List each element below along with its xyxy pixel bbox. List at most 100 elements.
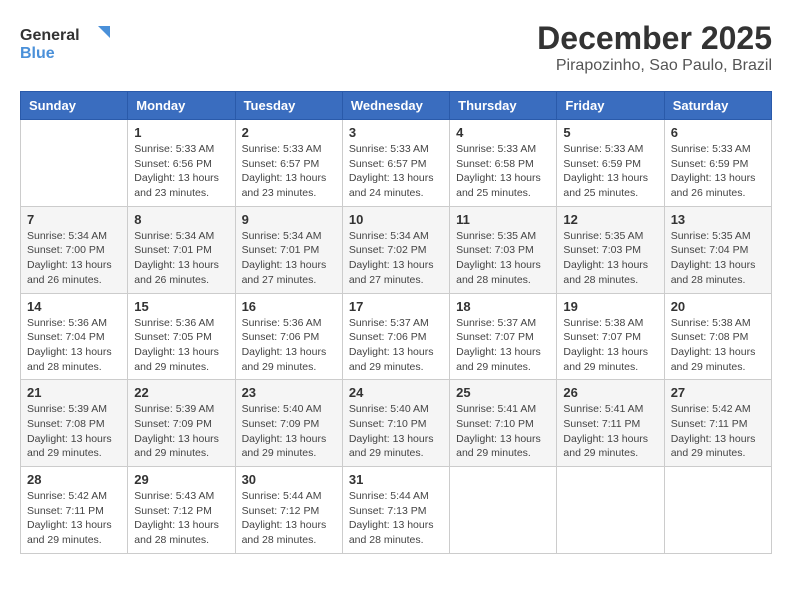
calendar-cell: 24 Sunrise: 5:40 AM Sunset: 7:10 PM Dayli…: [342, 380, 449, 467]
day-info: Sunrise: 5:38 AM Sunset: 7:07 PM Dayligh…: [563, 316, 657, 375]
calendar-cell: 5 Sunrise: 5:33 AM Sunset: 6:59 PM Daylig…: [557, 120, 664, 207]
calendar-cell: [557, 467, 664, 554]
header: General Blue December 2025 Pirapozinho, …: [20, 20, 772, 75]
calendar-week-row: 14Sunrise: 5:36 AM Sunset: 7:04 PM Dayli…: [21, 293, 772, 380]
day-info: Sunrise: 5:40 AM Sunset: 7:10 PM Dayligh…: [349, 402, 443, 461]
calendar-cell: 14Sunrise: 5:36 AM Sunset: 7:04 PM Dayli…: [21, 293, 128, 380]
day-number: 5: [563, 125, 657, 140]
header-day-wednesday: Wednesday: [342, 92, 449, 120]
svg-text:General: General: [20, 27, 80, 44]
day-number: 11: [456, 212, 550, 227]
calendar-header-row: SundayMondayTuesdayWednesdayThursdayFrid…: [21, 92, 772, 120]
day-info: Sunrise: 5:41 AM Sunset: 7:10 PM Dayligh…: [456, 402, 550, 461]
day-number: 27: [671, 385, 765, 400]
calendar-cell: 4Sunrise: 5:33 AM Sunset: 6:58 PM Daylig…: [450, 120, 557, 207]
day-info: Sunrise: 5:33 AM Sunset: 6:56 PM Dayligh…: [134, 142, 228, 201]
calendar-cell: 13Sunrise: 5:35 AM Sunset: 7:04 PM Dayli…: [664, 206, 771, 293]
calendar-cell: 30 Sunrise: 5:44 AM Sunset: 7:12 PM Dayli…: [235, 467, 342, 554]
logo-svg: General Blue: [20, 20, 110, 65]
calendar-cell: 29 Sunrise: 5:43 AM Sunset: 7:12 PM Dayli…: [128, 467, 235, 554]
header-day-sunday: Sunday: [21, 92, 128, 120]
day-info: Sunrise: 5:34 AM Sunset: 7:01 PM Dayligh…: [242, 229, 336, 288]
calendar-cell: 6Sunrise: 5:33 AM Sunset: 6:59 PM Daylig…: [664, 120, 771, 207]
calendar-cell: 18 Sunrise: 5:37 AM Sunset: 7:07 PM Dayli…: [450, 293, 557, 380]
day-info: Sunrise: 5:34 AM Sunset: 7:00 PM Dayligh…: [27, 229, 121, 288]
header-day-tuesday: Tuesday: [235, 92, 342, 120]
day-number: 26: [563, 385, 657, 400]
day-info: Sunrise: 5:40 AM Sunset: 7:09 PM Dayligh…: [242, 402, 336, 461]
logo: General Blue: [20, 20, 110, 65]
calendar-week-row: 28Sunrise: 5:42 AM Sunset: 7:11 PM Dayli…: [21, 467, 772, 554]
calendar-cell: 21Sunrise: 5:39 AM Sunset: 7:08 PM Dayli…: [21, 380, 128, 467]
calendar-cell: [664, 467, 771, 554]
calendar-week-row: 7 Sunrise: 5:34 AM Sunset: 7:00 PM Daylig…: [21, 206, 772, 293]
day-number: 18: [456, 299, 550, 314]
calendar-cell: 26 Sunrise: 5:41 AM Sunset: 7:11 PM Dayli…: [557, 380, 664, 467]
calendar-cell: 3 Sunrise: 5:33 AM Sunset: 6:57 PM Daylig…: [342, 120, 449, 207]
day-number: 31: [349, 472, 443, 487]
calendar-cell: 25 Sunrise: 5:41 AM Sunset: 7:10 PM Dayli…: [450, 380, 557, 467]
calendar-cell: 10 Sunrise: 5:34 AM Sunset: 7:02 PM Dayli…: [342, 206, 449, 293]
title-block: December 2025 Pirapozinho, Sao Paulo, Br…: [537, 20, 772, 75]
calendar-cell: 16 Sunrise: 5:36 AM Sunset: 7:06 PM Dayli…: [235, 293, 342, 380]
calendar-week-row: 1 Sunrise: 5:33 AM Sunset: 6:56 PM Daylig…: [21, 120, 772, 207]
calendar-cell: 27 Sunrise: 5:42 AM Sunset: 7:11 PM Dayli…: [664, 380, 771, 467]
calendar-table: SundayMondayTuesdayWednesdayThursdayFrid…: [20, 91, 772, 554]
day-info: Sunrise: 5:43 AM Sunset: 7:12 PM Dayligh…: [134, 489, 228, 548]
month-title: December 2025: [537, 20, 772, 57]
calendar-cell: 7 Sunrise: 5:34 AM Sunset: 7:00 PM Daylig…: [21, 206, 128, 293]
calendar-cell: 11 Sunrise: 5:35 AM Sunset: 7:03 PM Dayli…: [450, 206, 557, 293]
day-info: Sunrise: 5:33 AM Sunset: 6:57 PM Dayligh…: [242, 142, 336, 201]
calendar-cell: 20Sunrise: 5:38 AM Sunset: 7:08 PM Dayli…: [664, 293, 771, 380]
calendar-cell: 8 Sunrise: 5:34 AM Sunset: 7:01 PM Daylig…: [128, 206, 235, 293]
day-number: 14: [27, 299, 121, 314]
day-number: 25: [456, 385, 550, 400]
day-number: 17: [349, 299, 443, 314]
day-info: Sunrise: 5:33 AM Sunset: 6:59 PM Dayligh…: [671, 142, 765, 201]
day-info: Sunrise: 5:35 AM Sunset: 7:03 PM Dayligh…: [456, 229, 550, 288]
day-info: Sunrise: 5:37 AM Sunset: 7:07 PM Dayligh…: [456, 316, 550, 375]
day-number: 30: [242, 472, 336, 487]
day-number: 12: [563, 212, 657, 227]
calendar-cell: 19 Sunrise: 5:38 AM Sunset: 7:07 PM Dayli…: [557, 293, 664, 380]
header-day-saturday: Saturday: [664, 92, 771, 120]
day-number: 10: [349, 212, 443, 227]
calendar-cell: 15Sunrise: 5:36 AM Sunset: 7:05 PM Dayli…: [128, 293, 235, 380]
day-number: 20: [671, 299, 765, 314]
subtitle: Pirapozinho, Sao Paulo, Brazil: [537, 57, 772, 75]
day-number: 3: [349, 125, 443, 140]
day-number: 1: [134, 125, 228, 140]
day-number: 9: [242, 212, 336, 227]
day-info: Sunrise: 5:39 AM Sunset: 7:08 PM Dayligh…: [27, 402, 121, 461]
day-info: Sunrise: 5:41 AM Sunset: 7:11 PM Dayligh…: [563, 402, 657, 461]
day-info: Sunrise: 5:39 AM Sunset: 7:09 PM Dayligh…: [134, 402, 228, 461]
day-info: Sunrise: 5:42 AM Sunset: 7:11 PM Dayligh…: [671, 402, 765, 461]
day-number: 24: [349, 385, 443, 400]
day-info: Sunrise: 5:36 AM Sunset: 7:06 PM Dayligh…: [242, 316, 336, 375]
calendar-cell: [450, 467, 557, 554]
calendar-cell: 31 Sunrise: 5:44 AM Sunset: 7:13 PM Dayli…: [342, 467, 449, 554]
day-number: 23: [242, 385, 336, 400]
day-info: Sunrise: 5:33 AM Sunset: 6:59 PM Dayligh…: [563, 142, 657, 201]
day-info: Sunrise: 5:35 AM Sunset: 7:03 PM Dayligh…: [563, 229, 657, 288]
day-number: 19: [563, 299, 657, 314]
day-info: Sunrise: 5:35 AM Sunset: 7:04 PM Dayligh…: [671, 229, 765, 288]
day-info: Sunrise: 5:34 AM Sunset: 7:01 PM Dayligh…: [134, 229, 228, 288]
day-number: 8: [134, 212, 228, 227]
day-info: Sunrise: 5:33 AM Sunset: 6:57 PM Dayligh…: [349, 142, 443, 201]
day-number: 28: [27, 472, 121, 487]
day-info: Sunrise: 5:37 AM Sunset: 7:06 PM Dayligh…: [349, 316, 443, 375]
day-info: Sunrise: 5:44 AM Sunset: 7:13 PM Dayligh…: [349, 489, 443, 548]
day-info: Sunrise: 5:34 AM Sunset: 7:02 PM Dayligh…: [349, 229, 443, 288]
header-day-friday: Friday: [557, 92, 664, 120]
day-number: 22: [134, 385, 228, 400]
day-number: 16: [242, 299, 336, 314]
day-info: Sunrise: 5:36 AM Sunset: 7:05 PM Dayligh…: [134, 316, 228, 375]
day-number: 29: [134, 472, 228, 487]
day-number: 7: [27, 212, 121, 227]
calendar-cell: 23 Sunrise: 5:40 AM Sunset: 7:09 PM Dayli…: [235, 380, 342, 467]
svg-text:Blue: Blue: [20, 45, 55, 62]
day-info: Sunrise: 5:44 AM Sunset: 7:12 PM Dayligh…: [242, 489, 336, 548]
day-number: 4: [456, 125, 550, 140]
day-number: 2: [242, 125, 336, 140]
